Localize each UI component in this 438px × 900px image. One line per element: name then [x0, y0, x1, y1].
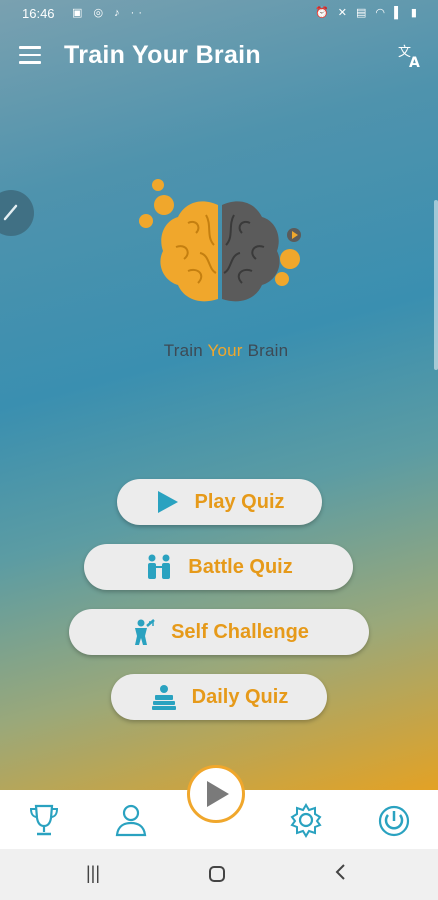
- play-icon: [207, 781, 229, 807]
- battle-icon: [148, 554, 171, 579]
- daily-quiz-button[interactable]: Daily Quiz: [111, 674, 327, 720]
- self-challenge-button[interactable]: Self Challenge: [69, 609, 369, 655]
- status-time: 16:46: [22, 6, 55, 21]
- app-bar: Train Your Brain 文 A: [0, 30, 438, 84]
- recent-apps-icon[interactable]: |||: [86, 863, 100, 884]
- home-icon[interactable]: [208, 865, 226, 888]
- profile-icon[interactable]: [114, 802, 148, 838]
- leaderboard-trophy-icon[interactable]: [27, 802, 61, 838]
- self-challenge-label: Self Challenge: [171, 620, 309, 643]
- play-icon: [158, 491, 179, 513]
- svg-text:A: A: [409, 55, 420, 70]
- battle-quiz-button[interactable]: Battle Quiz: [84, 544, 353, 590]
- power-icon[interactable]: [377, 802, 411, 838]
- brand-your: Your: [202, 341, 248, 360]
- battle-quiz-label: Battle Quiz: [188, 555, 293, 578]
- play-fab-button[interactable]: [187, 765, 245, 823]
- translate-icon[interactable]: 文 A: [396, 42, 424, 71]
- daily-quiz-label: Daily Quiz: [191, 685, 289, 708]
- daily-quiz-icon: [151, 685, 176, 710]
- status-bar: 16:46 ▣ ◎ ♪ ·· ⏰ ✕ ▤ ◠ ▌ ▮: [0, 0, 438, 28]
- brand-text: Train Your Brain: [0, 341, 438, 361]
- brand-train: Train: [163, 341, 203, 360]
- settings-icon[interactable]: [289, 802, 323, 838]
- play-quiz-label: Play Quiz: [194, 490, 285, 513]
- self-challenge-icon: [135, 619, 155, 645]
- app-title: Train Your Brain: [64, 41, 261, 69]
- system-status-icons: ⏰ ✕ ▤ ◠ ▌ ▮: [314, 7, 420, 19]
- brain-logo: [139, 179, 301, 302]
- home-screen: 16:46 ▣ ◎ ♪ ·· ⏰ ✕ ▤ ◠ ▌ ▮ Train Your Br…: [0, 0, 438, 790]
- system-navigation-bar: |||: [0, 849, 438, 900]
- back-icon[interactable]: [334, 863, 348, 886]
- brand-brain: Brain: [247, 341, 289, 360]
- notification-icons: ▣ ◎ ♪ ··: [72, 7, 146, 19]
- hamburger-menu-icon[interactable]: [19, 46, 41, 64]
- play-quiz-button[interactable]: Play Quiz: [117, 479, 322, 525]
- edit-icon[interactable]: [0, 190, 34, 236]
